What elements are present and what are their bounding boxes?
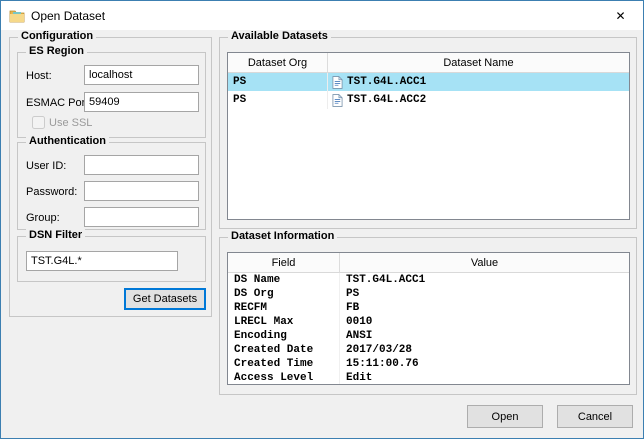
dataset-name-cell: TST.G4L.ACC2 [328, 91, 629, 109]
dataset-row[interactable]: PS TST.G4L.ACC1 [228, 73, 629, 91]
available-datasets-group-title: Available Datasets [228, 30, 331, 42]
info-value: 2017/03/28 [340, 344, 629, 356]
info-field: RECFM [228, 301, 340, 315]
use-ssl-checkbox [32, 116, 45, 129]
group-label: Group: [26, 212, 60, 225]
info-value: 0010 [340, 316, 629, 328]
info-row: LRECL Max 0010 [228, 315, 629, 329]
dsn-filter-input[interactable] [26, 251, 178, 271]
group-input[interactable] [84, 207, 199, 227]
use-ssl-label: Use SSL [49, 117, 92, 129]
column-header-value: Value [340, 253, 629, 273]
info-row: DS Org PS [228, 287, 629, 301]
user-id-label: User ID: [26, 160, 66, 173]
info-row: Created Time 15:11:00.76 [228, 357, 629, 371]
app-icon [9, 8, 25, 24]
configuration-group: Configuration ES Region Host: ESMAC Port… [9, 37, 212, 317]
info-field: Encoding [228, 329, 340, 343]
dataset-info-table: Field Value DS Name TST.G4L.ACC1 DS Org … [227, 252, 630, 385]
info-value: PS [340, 288, 629, 300]
authentication-group-title: Authentication [26, 135, 109, 147]
window-title: Open Dataset [31, 9, 105, 23]
file-icon [332, 76, 343, 89]
info-field: Access Level [228, 371, 340, 385]
cancel-button[interactable]: Cancel [557, 405, 633, 428]
info-field: LRECL Max [228, 315, 340, 329]
esmac-port-input[interactable] [84, 92, 199, 112]
dsn-filter-group-title: DSN Filter [26, 229, 85, 241]
info-field: DS Org [228, 287, 340, 301]
close-button[interactable]: ✕ [598, 1, 643, 30]
info-row: DS Name TST.G4L.ACC1 [228, 273, 629, 287]
file-icon [332, 94, 343, 107]
column-header-field: Field [228, 253, 340, 273]
es-region-group: ES Region Host: ESMAC Port: Use SSL [17, 52, 206, 138]
info-field: Created Date [228, 343, 340, 357]
authentication-group: Authentication User ID: Password: Group: [17, 142, 206, 230]
info-value: TST.G4L.ACC1 [340, 274, 629, 286]
info-value: ANSI [340, 330, 629, 342]
password-label: Password: [26, 186, 77, 199]
dataset-name-text: TST.G4L.ACC2 [347, 94, 426, 106]
datasets-header-row: Dataset Org Dataset Name [228, 53, 629, 73]
info-row: Access Level Edit [228, 371, 629, 385]
user-id-input[interactable] [84, 155, 199, 175]
info-value: FB [340, 302, 629, 314]
use-ssl-checkbox-row: Use SSL [32, 116, 92, 129]
dataset-row[interactable]: PS TST.G4L.ACC2 [228, 91, 629, 109]
dsn-filter-group: DSN Filter [17, 236, 206, 282]
dataset-name-text: TST.G4L.ACC1 [347, 76, 426, 88]
info-row: Created Date 2017/03/28 [228, 343, 629, 357]
dataset-name-cell: TST.G4L.ACC1 [328, 73, 629, 91]
info-header-row: Field Value [228, 253, 629, 273]
column-header-dataset-name[interactable]: Dataset Name [328, 53, 629, 73]
info-field: DS Name [228, 273, 340, 287]
info-value: 15:11:00.76 [340, 358, 629, 370]
title-bar[interactable]: Open Dataset ✕ [1, 1, 643, 30]
es-region-group-title: ES Region [26, 45, 87, 57]
info-field: Created Time [228, 357, 340, 371]
info-value: Edit [340, 372, 629, 384]
host-input[interactable] [84, 65, 199, 85]
dataset-information-group: Dataset Information Field Value DS Name … [219, 237, 637, 395]
available-datasets-group: Available Datasets Dataset Org Dataset N… [219, 37, 637, 229]
get-datasets-button[interactable]: Get Datasets [124, 288, 206, 310]
esmac-port-label: ESMAC Port: [26, 97, 91, 110]
open-button[interactable]: Open [467, 405, 543, 428]
column-header-dataset-org[interactable]: Dataset Org [228, 53, 328, 73]
info-row: RECFM FB [228, 301, 629, 315]
configuration-group-title: Configuration [18, 30, 96, 42]
info-row: Encoding ANSI [228, 329, 629, 343]
datasets-listview: Dataset Org Dataset Name PS TST.G4L.ACC1 [227, 52, 630, 220]
dataset-org-cell: PS [228, 91, 328, 109]
password-input[interactable] [84, 181, 199, 201]
host-label: Host: [26, 70, 52, 83]
dataset-information-group-title: Dataset Information [228, 230, 337, 242]
open-dataset-dialog: Open Dataset ✕ Configuration ES Region H… [0, 0, 644, 439]
dataset-org-cell: PS [228, 73, 328, 91]
